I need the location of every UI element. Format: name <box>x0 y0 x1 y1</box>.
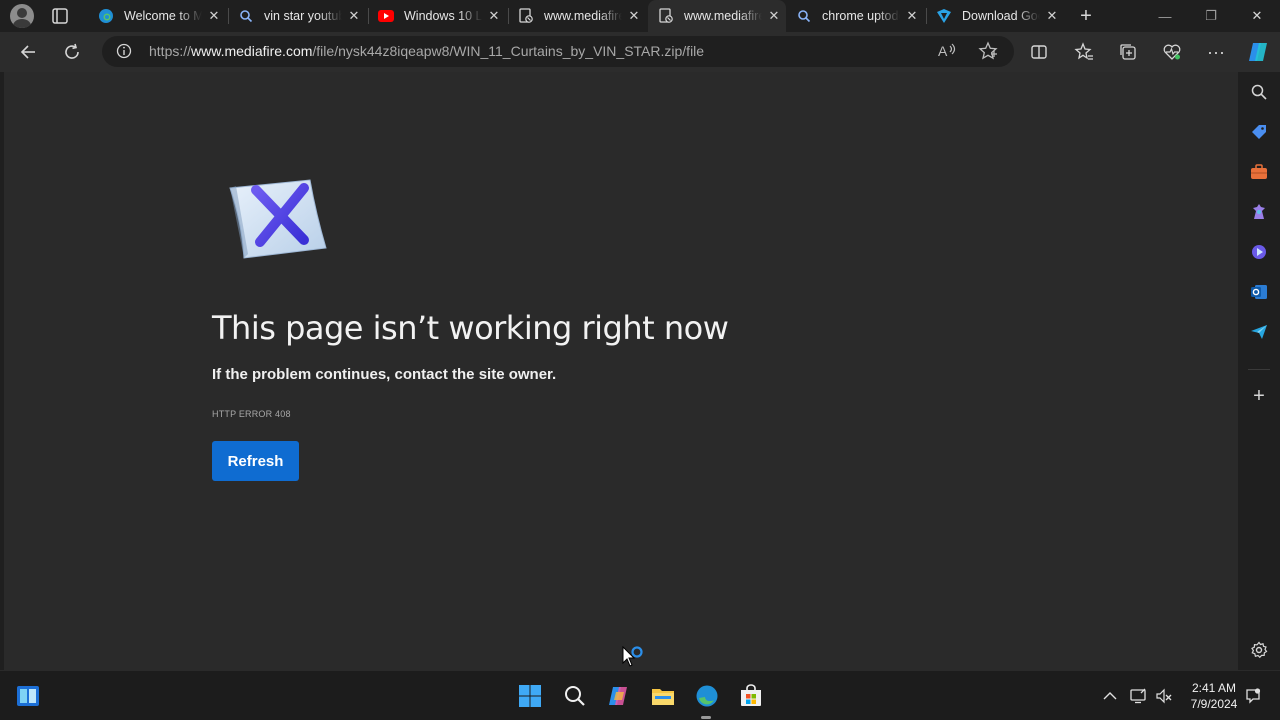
file-explorer-icon[interactable] <box>651 684 675 708</box>
tab-download-chrome[interactable]: Download Google Chrome ✕ <box>926 0 1066 32</box>
add-sidebar-app-icon[interactable]: + <box>1249 385 1269 407</box>
games-icon[interactable] <box>1249 202 1269 222</box>
refresh-icon[interactable] <box>60 40 84 64</box>
start-windows-icon[interactable] <box>518 684 542 708</box>
outlook-icon[interactable] <box>1249 282 1269 302</box>
close-tab-icon[interactable]: ✕ <box>486 8 502 24</box>
tab-title: www.mediafire.com <box>544 9 622 23</box>
tab-vin-star-search[interactable]: vin star youtube ✕ <box>228 0 369 32</box>
tab-welcome[interactable]: Welcome to Microsoft Edge ✕ <box>88 0 229 32</box>
close-tab-icon[interactable]: ✕ <box>206 8 222 24</box>
close-tab-icon[interactable]: ✕ <box>904 8 920 24</box>
clock-date: 7/9/2024 <box>1190 697 1238 711</box>
tab-chrome-uptodown[interactable]: chrome uptodown ✕ <box>786 0 927 32</box>
restore-button[interactable]: ❐ <box>1188 0 1234 32</box>
clock-time: 2:41 AM <box>1191 681 1237 695</box>
read-aloud-icon[interactable]: A <box>938 42 956 60</box>
show-hidden-icons-chevron-icon[interactable] <box>1102 688 1118 704</box>
tab-mediafire-1[interactable]: www.mediafire.com ✕ <box>508 0 648 32</box>
youtube-icon <box>378 8 394 24</box>
edge-sidebar: + <box>1238 72 1280 670</box>
tab-title: Windows 10 Looks <box>404 9 482 23</box>
taskbar: 2:41 AM 7/9/2024 <box>0 670 1280 720</box>
svg-text:A: A <box>938 43 948 59</box>
network-icon[interactable] <box>1130 688 1146 704</box>
busy-cursor-icon <box>622 645 648 670</box>
search-icon <box>796 8 812 24</box>
tools-briefcase-icon[interactable] <box>1249 162 1269 182</box>
notifications-icon[interactable] <box>1245 688 1261 704</box>
site-info-icon[interactable] <box>116 43 132 59</box>
edge-taskbar-icon[interactable] <box>695 684 719 708</box>
tab-title: chrome uptodown <box>822 9 900 23</box>
tab-title: www.mediafire.com <box>684 9 762 23</box>
search-icon <box>238 8 254 24</box>
close-tab-icon[interactable]: ✕ <box>1044 8 1060 24</box>
url-path: /file/nysk44z8iqeapw8/WIN_11_Curtains_by… <box>312 43 705 59</box>
send-icon[interactable] <box>1249 322 1269 342</box>
more-menu-icon[interactable]: ··· <box>1204 40 1228 64</box>
url-host: www.mediafire.com <box>191 43 313 59</box>
error-subtext: If the problem continues, contact the si… <box>212 366 557 383</box>
error-x-illustration <box>222 174 332 260</box>
page-content <box>0 72 1238 670</box>
copilot-icon[interactable] <box>1246 40 1270 64</box>
refresh-button[interactable]: Refresh <box>212 441 299 481</box>
tab-windows10[interactable]: Windows 10 Looks ✕ <box>368 0 509 32</box>
search-icon[interactable] <box>1249 82 1269 102</box>
window-controls: — ❐ ✕ <box>1142 0 1280 32</box>
edge-icon <box>98 8 114 24</box>
active-app-indicator <box>701 716 711 719</box>
close-tab-icon[interactable]: ✕ <box>626 8 642 24</box>
microsoft-store-icon[interactable] <box>739 684 763 708</box>
system-clock[interactable]: 2:41 AM 7/9/2024 <box>1180 680 1248 712</box>
volume-muted-icon[interactable] <box>1156 688 1172 704</box>
back-button[interactable] <box>16 40 40 64</box>
uptodown-icon <box>936 8 952 24</box>
url-scheme: https:// <box>149 43 192 59</box>
close-window-button[interactable]: ✕ <box>1234 0 1280 32</box>
favorite-star-icon[interactable] <box>978 41 998 61</box>
page-error-icon <box>658 8 674 24</box>
split-screen-icon[interactable] <box>1027 40 1051 64</box>
minimize-button[interactable]: — <box>1142 0 1188 32</box>
widgets-icon[interactable] <box>16 684 40 708</box>
tab-strip: Welcome to Microsoft Edge ✕ vin star you… <box>0 0 1280 32</box>
browser-essentials-icon[interactable] <box>1160 40 1184 64</box>
copilot-sidebar-icon[interactable] <box>1249 242 1269 262</box>
tab-title: Download Google Chrome <box>962 9 1040 23</box>
error-code: HTTP ERROR 408 <box>212 409 291 419</box>
favorites-icon[interactable] <box>1072 40 1096 64</box>
tab-title: vin star youtube <box>264 9 342 23</box>
collections-icon[interactable] <box>1116 40 1140 64</box>
error-headline: This page isn’t working right now <box>212 309 729 347</box>
close-tab-icon[interactable]: ✕ <box>346 8 362 24</box>
profile-avatar[interactable] <box>10 4 34 28</box>
taskbar-search-icon[interactable] <box>563 684 587 708</box>
url-text[interactable]: https://www.mediafire.com/file/nysk44z8i… <box>149 43 704 59</box>
tab-title: Welcome to Microsoft Edge <box>124 9 202 23</box>
copilot-taskbar-icon[interactable] <box>607 684 631 708</box>
tab-mediafire-active[interactable]: www.mediafire.com ✕ <box>648 0 786 32</box>
new-tab-button[interactable]: + <box>1075 5 1097 27</box>
page-error-icon <box>518 8 534 24</box>
tab-actions-icon[interactable] <box>48 6 72 26</box>
shopping-tag-icon[interactable] <box>1249 122 1269 142</box>
address-bar[interactable]: https://www.mediafire.com/file/nysk44z8i… <box>102 36 1014 67</box>
close-tab-icon[interactable]: ✕ <box>766 8 782 24</box>
sidebar-divider <box>1248 369 1270 370</box>
settings-gear-icon[interactable] <box>1249 640 1269 660</box>
